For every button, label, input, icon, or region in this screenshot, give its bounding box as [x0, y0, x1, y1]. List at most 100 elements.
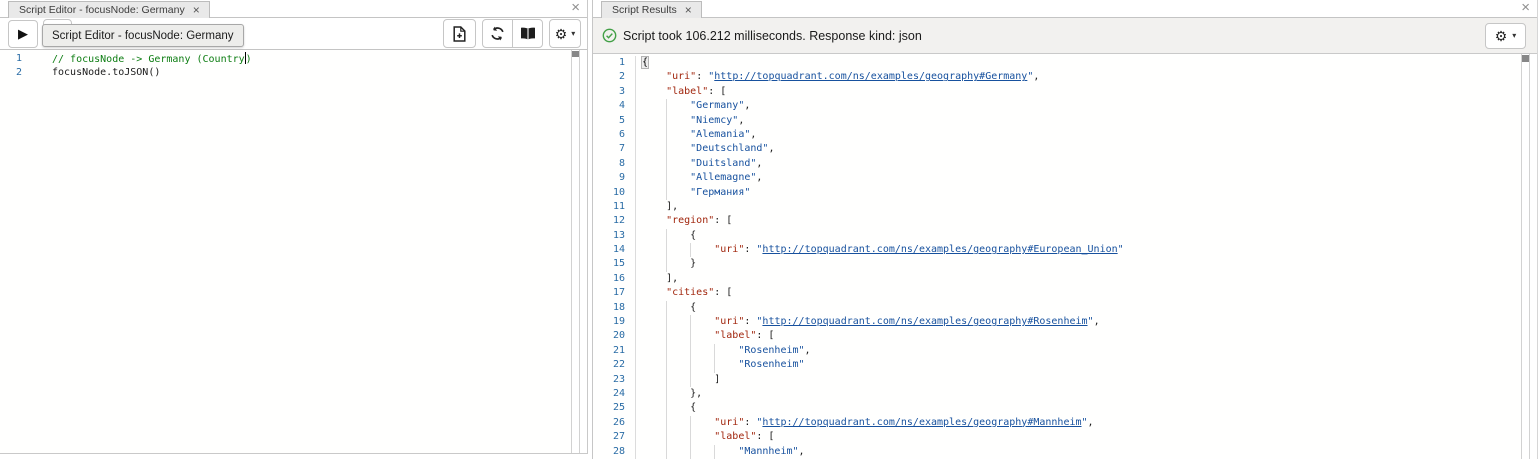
code-text: "Rosenheim": [642, 358, 804, 372]
settings-button[interactable]: ⚙ ▾: [549, 19, 581, 48]
scrollbar-thumb[interactable]: [572, 51, 579, 57]
new-script-button[interactable]: [443, 19, 476, 48]
code-line: 7 "Deutschland",: [593, 142, 1521, 157]
run-script-button[interactable]: ▶: [8, 20, 38, 48]
editor-tab-bar: Script Editor - focusNode: Germany × ×: [0, 0, 587, 19]
tab-close-icon[interactable]: ×: [685, 4, 692, 16]
code-text: "Duitsland",: [642, 157, 762, 171]
code-line: 18 {: [593, 300, 1521, 316]
code-text: {: [642, 401, 696, 415]
line-number: 8: [593, 156, 636, 172]
refresh-button[interactable]: [483, 20, 512, 47]
code-line: 5 "Niemcy",: [593, 113, 1521, 128]
line-number: 25: [593, 401, 636, 416]
code-line: 11],: [593, 199, 1521, 215]
line-number: 4: [593, 99, 636, 114]
code-text: focusNode.toJSON(): [52, 67, 161, 79]
code-text: "region": [: [666, 215, 733, 227]
code-text: // focusNode -> Germany (Country): [52, 52, 252, 65]
gear-icon: ⚙: [554, 25, 568, 42]
code-text: "uri": "http://topquadrant.com/ns/exampl…: [642, 243, 1123, 257]
code-line: 2 "uri": "http://topquadrant.com/ns/examp…: [593, 70, 1521, 85]
code-line: 8 "Duitsland",: [593, 156, 1521, 172]
line-number: 10: [593, 185, 636, 200]
code-text: "Германия": [642, 186, 750, 200]
code-line: 24},: [593, 386, 1521, 402]
code-text: {: [642, 229, 696, 243]
editor-scrollbar[interactable]: [571, 50, 580, 453]
line-number: 17: [593, 286, 636, 301]
line-number: 1: [593, 56, 636, 71]
code-line: 22 "Rosenheim": [593, 358, 1521, 373]
code-line: 13 {: [593, 228, 1521, 244]
tab-close-icon[interactable]: ×: [193, 4, 200, 16]
line-number: 2: [15, 67, 22, 79]
code-line: 15}: [593, 257, 1521, 272]
code-text: "Allemagne",: [642, 171, 762, 185]
tab-script-editor[interactable]: Script Editor - focusNode: Germany ×: [8, 0, 210, 19]
code-line: 17 "cities": [: [593, 286, 1521, 301]
check-circle-icon: [602, 28, 617, 43]
results-tab-bar: Script Results × ×: [593, 0, 1537, 19]
code-line: 26 "uri": "http://topquadrant.com/ns/exam…: [593, 415, 1521, 431]
code-line: 2 focusNode.toJSON(): [0, 66, 571, 80]
line-number: 14: [593, 243, 636, 258]
code-line: 16],: [593, 271, 1521, 287]
library-button[interactable]: [512, 20, 542, 47]
results-scrollbar[interactable]: [1521, 54, 1530, 459]
code-line: 9 "Allemagne",: [593, 171, 1521, 186]
code-text: "cities": [: [666, 287, 733, 299]
line-number: 7: [593, 142, 636, 157]
code-text: "Mannheim",: [642, 445, 804, 459]
line-number: 20: [593, 329, 636, 344]
code-text: "Alemania",: [642, 128, 756, 142]
script-results-panel: Script Results × × Script took 106.212 m…: [592, 0, 1538, 459]
code-line: 21 "Rosenheim",: [593, 343, 1521, 359]
results-status-bar: Script took 106.212 milliseconds. Respon…: [593, 18, 1537, 54]
code-text: "uri": "http://topquadrant.com/ns/exampl…: [642, 416, 1093, 430]
code-text: }: [642, 257, 696, 271]
tab-title: Script Results: [612, 4, 677, 16]
code-text: ],: [666, 272, 679, 284]
book-icon: [520, 27, 536, 40]
results-settings-button[interactable]: ⚙ ▾: [1485, 23, 1526, 49]
code-text: "label": [: [642, 329, 774, 343]
scrollbar-thumb[interactable]: [1522, 55, 1529, 62]
script-editor-panel: Script Editor - focusNode: Germany × × ▶…: [0, 0, 588, 454]
code-text: "Germany",: [642, 99, 750, 113]
line-number: 5: [593, 113, 636, 128]
panel-close-icon[interactable]: ×: [571, 0, 580, 16]
line-number: 11: [593, 199, 636, 215]
code-line: 1 // focusNode -> Germany (Country): [0, 52, 571, 66]
code-text: {: [642, 301, 696, 315]
script-code-editor[interactable]: 1 // focusNode -> Germany (Country) 2 focus…: [0, 50, 571, 453]
code-text: "Rosenheim",: [642, 344, 810, 358]
editor-toolbar-group: [482, 19, 543, 48]
line-number: 9: [593, 171, 636, 186]
code-line: 1{: [593, 56, 1521, 71]
line-number: 18: [593, 300, 636, 316]
code-text: {: [640, 56, 650, 69]
code-line: 19 "uri": "http://topquadrant.com/ns/exam…: [593, 315, 1521, 330]
editor-toolbar: ▶ Script Editor - focusNode: Germany ⚙ ▾: [0, 18, 587, 50]
code-line: 25 {: [593, 401, 1521, 416]
code-line: 28 "Mannheim",: [593, 444, 1521, 459]
code-text: },: [642, 387, 702, 401]
code-line: 27 "label": [: [593, 430, 1521, 445]
caret-down-icon: ▾: [571, 28, 576, 38]
tab-script-results[interactable]: Script Results ×: [601, 0, 702, 19]
line-number: 24: [593, 386, 636, 402]
line-number: 1: [15, 53, 22, 64]
code-line: 23]: [593, 372, 1521, 387]
file-plus-icon: [453, 25, 466, 42]
code-line: 3 "label": [: [593, 84, 1521, 100]
panel-close-icon[interactable]: ×: [1521, 0, 1530, 16]
line-number: 21: [593, 343, 636, 359]
code-line: 20 "label": [: [593, 329, 1521, 344]
code-line: 4 "Germany",: [593, 99, 1521, 114]
line-number: 13: [593, 228, 636, 244]
code-text: ],: [666, 200, 679, 212]
code-text: ]: [642, 373, 720, 387]
code-text: "uri": "http://topquadrant.com/ns/exampl…: [666, 71, 1040, 83]
results-json-viewer[interactable]: 1{2 "uri": "http://topquadrant.com/ns/exa…: [593, 54, 1521, 459]
